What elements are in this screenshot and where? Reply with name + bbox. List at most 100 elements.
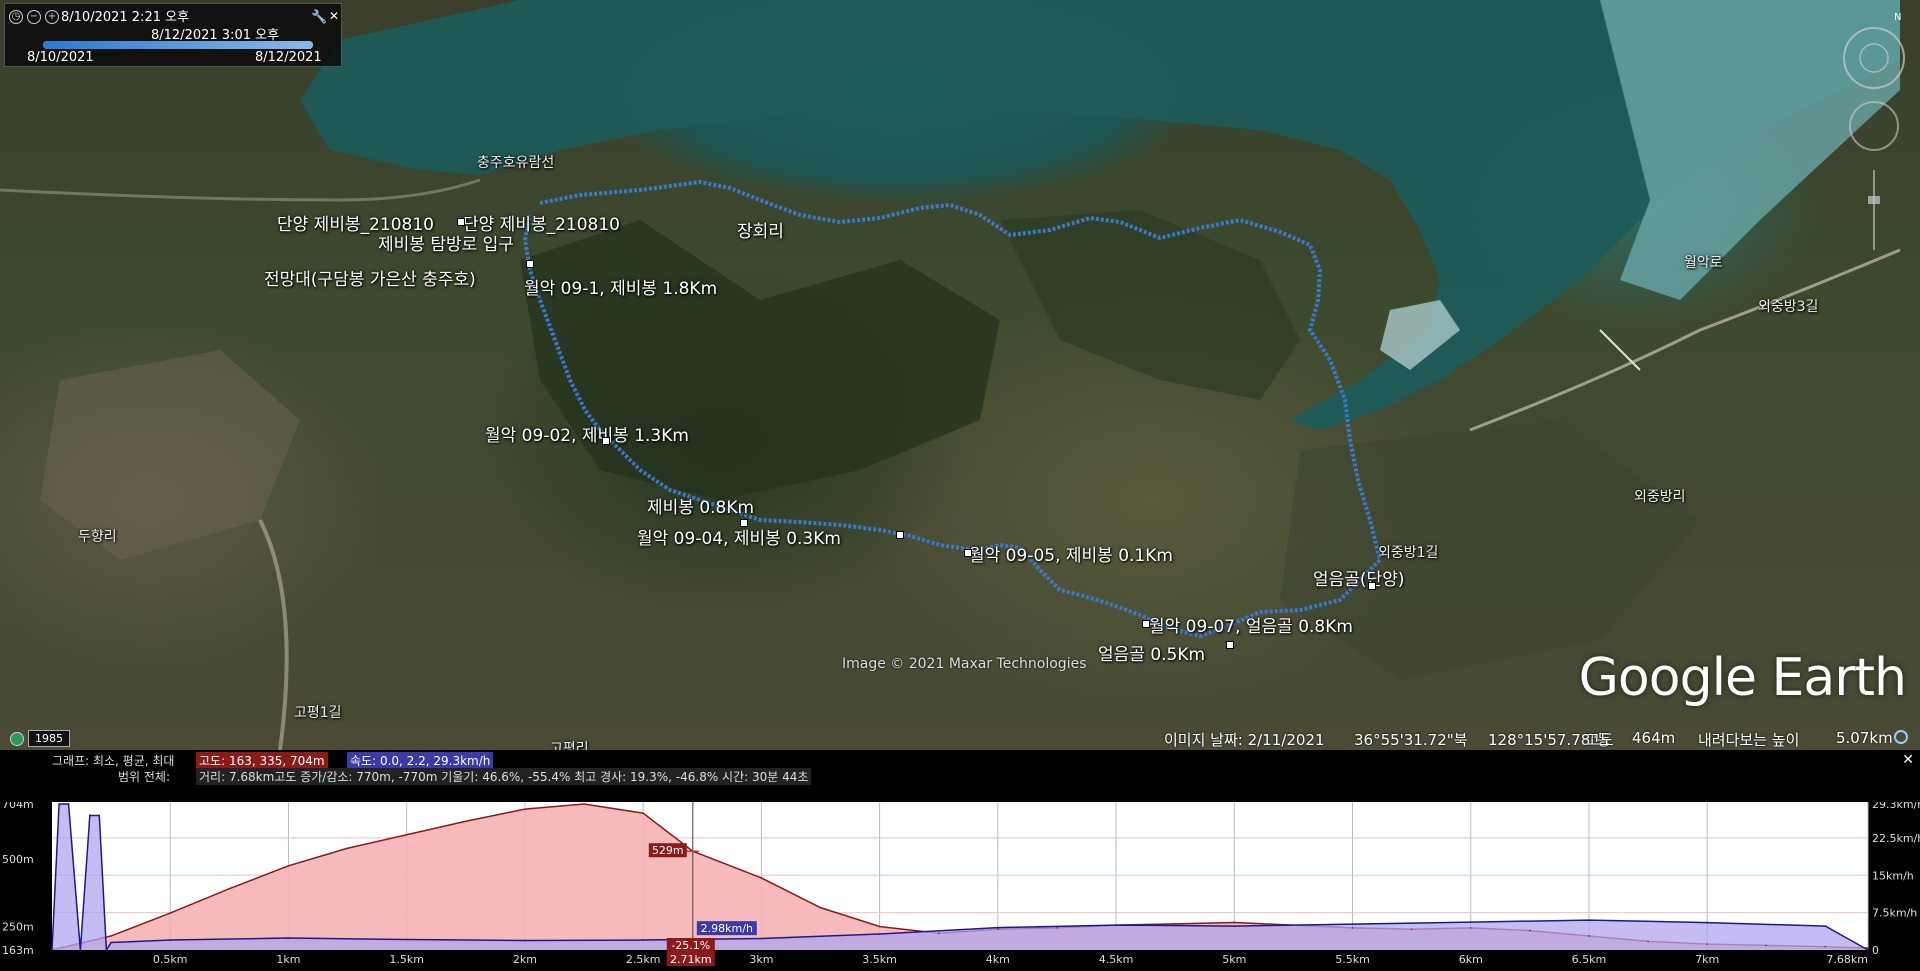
altitude-point [1233, 921, 1236, 924]
speed-point [1115, 924, 1117, 926]
place-gopyeong1[interactable]: 고평1길 [294, 702, 342, 722]
speed-point [89, 814, 91, 817]
cursor-speed: 2.98km/h [701, 922, 753, 935]
waypoint-marker[interactable] [1368, 582, 1376, 590]
left-axis-label: 250m [2, 921, 34, 934]
satellite-map-view[interactable]: ◷ − + 8/10/2021 2:21 오후 8/12/2021 3:01 오… [0, 0, 1920, 750]
waypoint-marker[interactable] [602, 437, 610, 445]
clock-icon[interactable]: ◷ [9, 10, 23, 24]
place-wolakro[interactable]: 월악로 [1684, 252, 1723, 272]
speed-point [1706, 921, 1709, 924]
compass-ring-icon[interactable] [1843, 27, 1905, 89]
right-axis-label: 0 [1872, 944, 1879, 957]
speed-point [760, 937, 763, 940]
altitude-point [642, 812, 644, 814]
left-axis-label: 500m [2, 853, 34, 866]
navigation-controls[interactable]: N [1836, 10, 1908, 260]
waypoint-marker[interactable] [964, 549, 972, 557]
x-axis-tick-label: 2.5km [626, 953, 661, 966]
waypoint-marker[interactable] [1142, 620, 1150, 628]
waypoint-09-04[interactable]: 월악 09-04, 제비봉 0.3Km [637, 524, 841, 549]
elevation-profile-panel[interactable]: 그래프: 최소, 평균, 최대 고도: 163, 335, 704m 속도: 0… [0, 750, 1920, 971]
status-bar: 이미지 날짜: 2/11/2021 36°55'31.72"북 128°15'5… [0, 726, 1920, 750]
altitude-point [1056, 927, 1058, 929]
place-oejung3[interactable]: 외중방3길 [1758, 296, 1818, 316]
wrench-icon[interactable]: 🔧 [311, 10, 327, 25]
right-axis-label: 29.3km/h [1872, 802, 1920, 811]
place-jangwhoe[interactable]: 장회리 [737, 217, 784, 242]
waypoint-09-02[interactable]: 월악 09-02, 제비봉 1.3Km [485, 421, 689, 446]
speed-point [79, 949, 82, 951]
right-axis-label: 7.5km/h [1872, 907, 1917, 920]
x-axis-tick-label: 4.5km [1099, 953, 1134, 966]
altitude-point [1174, 923, 1176, 925]
x-axis-tick-label: 6.5km [1572, 953, 1607, 966]
altitude-point [524, 808, 526, 810]
speed-point [1351, 923, 1354, 925]
eye-altitude-value: 5.07km [1836, 729, 1893, 747]
close-icon[interactable]: ✕ [329, 9, 339, 23]
waypoint-eoreum-dy[interactable]: 얼음골(단양) [1313, 565, 1404, 590]
look-joystick-icon[interactable] [1849, 101, 1899, 151]
x-axis-tick-label: 7.68km [1826, 953, 1868, 966]
time-slider-panel[interactable]: ◷ − + 8/10/2021 2:21 오후 8/12/2021 3:01 오… [4, 3, 342, 67]
cursor-distance: 2.71km [670, 953, 712, 966]
waypoint-marker[interactable] [1226, 641, 1234, 649]
speed-point [997, 926, 999, 929]
altitude-point [110, 935, 112, 937]
elevation-speed-chart[interactable]: 2시간 1분 5초529m2.98km/h-25.1%2.71km704m500… [0, 802, 1920, 971]
waypoint-09-05[interactable]: 월악 09-05, 제비봉 0.1Km [969, 541, 1173, 566]
zoom-out-icon[interactable]: − [27, 10, 41, 24]
speed-point [169, 939, 172, 941]
time-slider-track[interactable] [43, 41, 313, 49]
speed-point [405, 938, 408, 941]
altitude-point [878, 925, 881, 928]
speed-point [1233, 925, 1236, 927]
x-axis-tick-label: 6km [1459, 953, 1483, 966]
waypoint-marker[interactable] [740, 519, 748, 527]
waypoint-09-07[interactable]: 월악 09-07, 얼음골 0.8Km [1149, 612, 1353, 637]
waypoint-eoreum[interactable]: 얼음골 0.5Km [1098, 640, 1205, 665]
image-date: 이미지 날짜: 2/11/2021 [1164, 731, 1325, 749]
altitude-point [228, 887, 231, 890]
range-end-label: 8/12/2021 [255, 50, 322, 65]
waypoint-jebi[interactable]: 제비봉 0.8Km [647, 493, 754, 518]
x-axis-tick-label: 3.5km [862, 953, 897, 966]
cursor-altitude: 529m [652, 844, 684, 857]
elevation-label: 고도 [1586, 731, 1614, 749]
altitude-point [1588, 935, 1590, 937]
altitude-point [1469, 927, 1472, 929]
place-oejung1[interactable]: 외중방1길 [1378, 542, 1438, 562]
waypoint-marker[interactable] [526, 260, 534, 268]
latitude: 36°55'31.72"북 [1354, 731, 1468, 749]
altitude-point [1351, 927, 1354, 929]
right-axis-label: 22.5km/h [1872, 832, 1920, 845]
altitude-point [1706, 943, 1709, 945]
x-axis-tick-label: 1.5km [389, 953, 424, 966]
waypoint-marker[interactable] [457, 218, 465, 226]
cursor-slope: -25.1% [671, 939, 710, 952]
waypoint-09-1[interactable]: 월악 09-1, 제비봉 1.8Km [524, 274, 717, 299]
altitude-tag[interactable]: 고도: 163, 335, 704m [196, 752, 328, 769]
speed-point [878, 933, 881, 935]
waypoint-marker[interactable] [896, 531, 904, 539]
place-obs-center[interactable]: 충주호유람선 [477, 152, 554, 172]
speed-tag[interactable]: 속도: 0.0, 2.2, 29.3km/h [347, 752, 494, 769]
range-label: 범위 전체: [118, 770, 171, 784]
elevation-value: 464m [1632, 729, 1676, 747]
waypoint-entrance[interactable]: 제비봉 탐방로 입구 [378, 230, 514, 255]
waypoint-viewpoint[interactable]: 전망대(구담봉 가은산 충주호) [264, 265, 476, 290]
range-start-label: 8/10/2021 [27, 50, 94, 65]
altitude-point [1867, 947, 1869, 949]
speed-point [51, 949, 53, 951]
place-oejungri[interactable]: 외중방리 [1634, 486, 1686, 506]
zoom-in-icon[interactable]: + [45, 10, 59, 24]
speed-point [67, 803, 70, 805]
speed-point [524, 939, 526, 942]
speed-point [1867, 949, 1869, 951]
altitude-point [819, 906, 822, 909]
altitude-point [1765, 944, 1768, 947]
place-duhyang[interactable]: 두향리 [78, 526, 117, 546]
altitude-point [1292, 924, 1295, 926]
close-icon[interactable]: ✕ [1902, 752, 1914, 768]
